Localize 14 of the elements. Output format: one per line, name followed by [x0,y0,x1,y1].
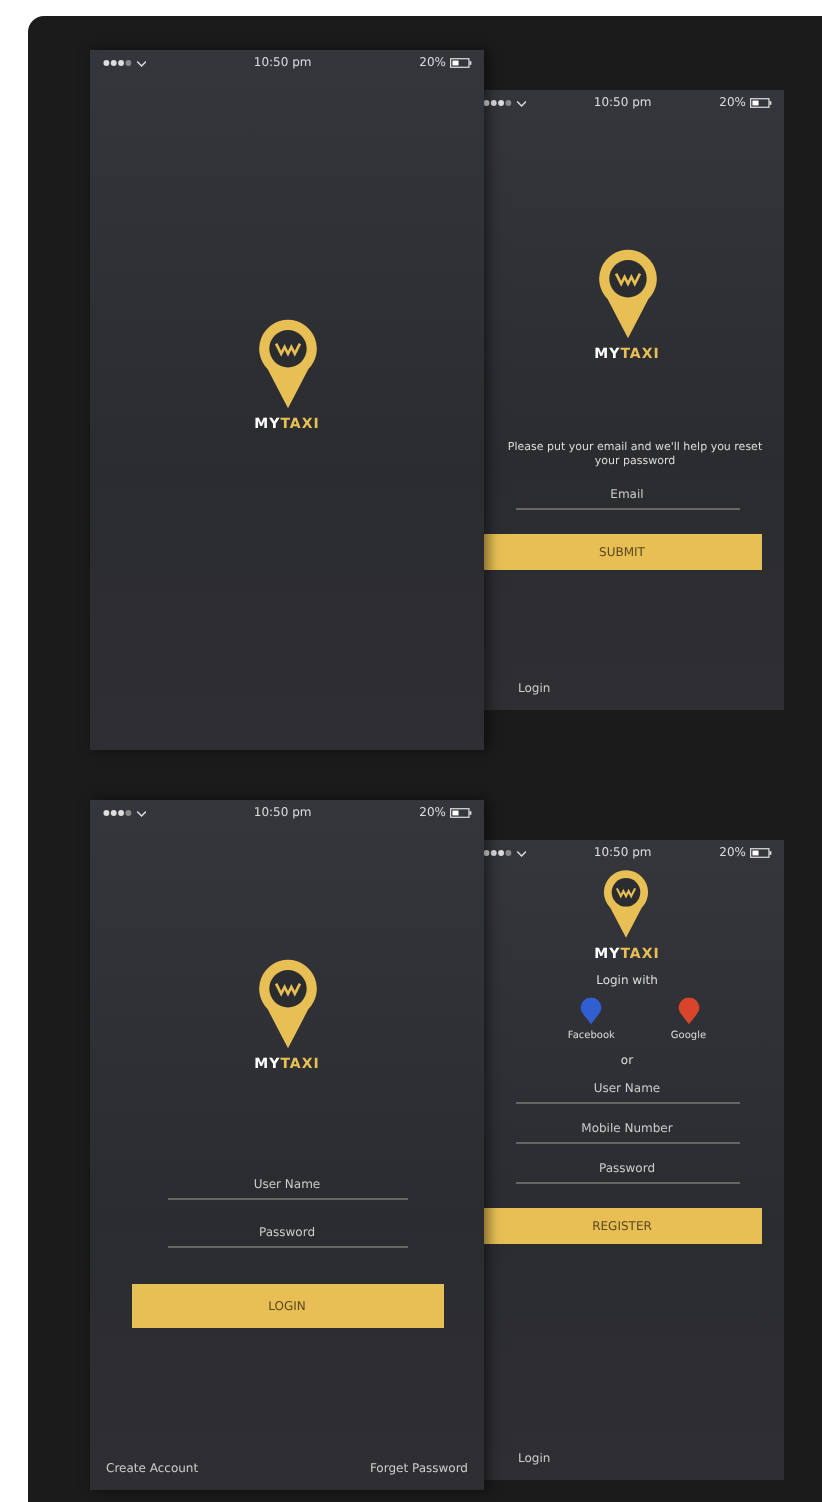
map-pin-icon [253,315,321,411]
signal-icon [102,808,146,818]
map-pin-icon [593,246,661,342]
battery-icon [449,808,472,818]
battery-icon [449,58,472,68]
social-pin-icon[interactable] [677,996,700,1026]
signal-icon [482,848,526,858]
battery-icon [749,98,772,108]
battery-icon [749,848,772,858]
signal-icon [482,98,526,108]
signal-icon [102,58,146,68]
map-pin-icon [253,956,321,1052]
social-pin-icon[interactable] [580,996,603,1026]
map-pin-icon [600,866,653,942]
